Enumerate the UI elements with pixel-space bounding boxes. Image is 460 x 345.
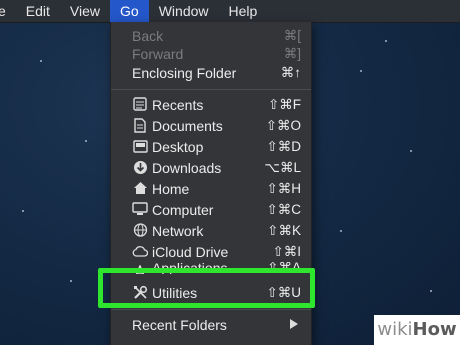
- menu-item-forward[interactable]: Forward ⌘]: [111, 43, 311, 64]
- menu-item-desktop[interactable]: Desktop ⇧⌘D: [111, 136, 311, 157]
- menu-item-enclosing-folder[interactable]: Enclosing Folder ⌘↑: [111, 62, 311, 83]
- menu-separator: [111, 89, 311, 90]
- menu-item-documents[interactable]: Documents ⇧⌘O: [111, 115, 311, 136]
- menu-item-network[interactable]: Network ⇧⌘K: [111, 220, 311, 241]
- menu-finder-partial[interactable]: e: [0, 0, 16, 22]
- network-icon: [132, 222, 148, 238]
- recents-icon: [132, 96, 148, 112]
- highlight-box: [98, 268, 315, 308]
- downloads-icon: [132, 159, 148, 175]
- menu-item-recents[interactable]: Recents ⇧⌘F: [111, 94, 311, 115]
- icloud-icon: [132, 243, 148, 259]
- documents-icon: [132, 117, 148, 133]
- menu-item-computer[interactable]: Computer ⇧⌘C: [111, 199, 311, 220]
- menu-item-recent-folders[interactable]: Recent Folders: [111, 314, 311, 335]
- menu-edit[interactable]: Edit: [16, 0, 60, 22]
- menu-go[interactable]: Go: [110, 0, 149, 22]
- menu-bar: e Edit View Go Window Help: [0, 0, 460, 23]
- menu-help[interactable]: Help: [219, 0, 268, 22]
- submenu-arrow-icon: [290, 319, 298, 329]
- menu-view[interactable]: View: [60, 0, 110, 22]
- menu-item-downloads[interactable]: Downloads ⌥⌘L: [111, 157, 311, 178]
- menu-window[interactable]: Window: [149, 0, 219, 22]
- menu-separator: [111, 309, 311, 310]
- home-icon: [132, 180, 148, 196]
- wikihow-watermark: wikiHow: [374, 315, 460, 345]
- menu-item-icloud-drive[interactable]: iCloud Drive ⇧⌘I: [111, 241, 311, 262]
- menu-item-home[interactable]: Home ⇧⌘H: [111, 178, 311, 199]
- computer-icon: [132, 201, 148, 217]
- desktop-icon: [132, 138, 148, 154]
